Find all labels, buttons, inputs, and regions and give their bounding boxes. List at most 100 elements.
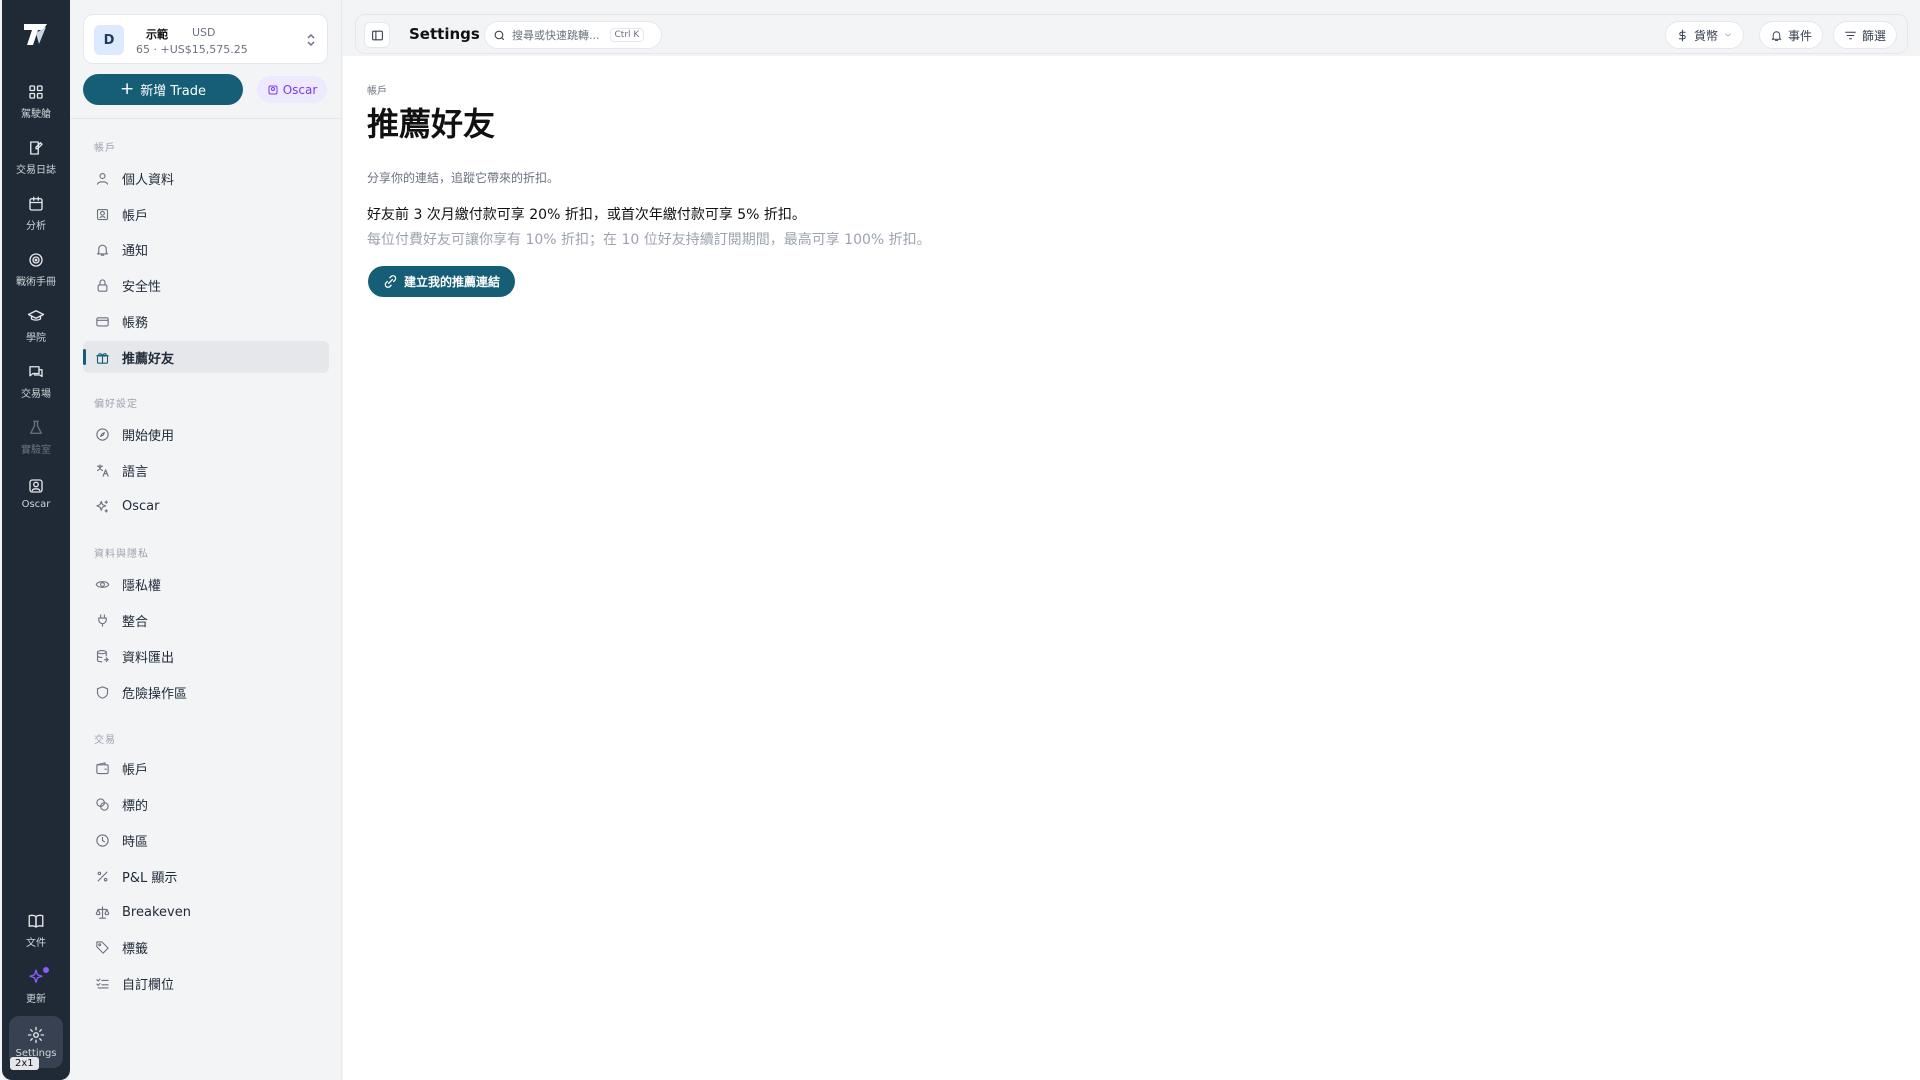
sidebar-item-breakeven[interactable]: Breakeven xyxy=(83,896,329,928)
rail-item-updates[interactable]: 更新 xyxy=(2,960,70,1012)
lock-icon xyxy=(97,278,108,292)
filter-button[interactable]: 篩選 xyxy=(1833,21,1898,49)
sidebar-item-danger-zone[interactable]: 危險操作區 xyxy=(83,676,329,708)
percent-icon xyxy=(97,871,108,881)
sidebar-item-profile[interactable]: 個人資料 xyxy=(83,162,329,194)
breadcrumb: 帳戶 xyxy=(367,86,387,97)
sidebar-item-label: 語言 xyxy=(122,464,149,480)
tag-icon xyxy=(96,940,109,954)
rail-item-label: 文件 xyxy=(26,937,46,949)
rail-item-oscar[interactable]: Oscar xyxy=(2,467,70,519)
sidebar-item-label: 自訂欄位 xyxy=(122,977,175,993)
sidebar-item-pnl-display[interactable]: P&L 顯示 xyxy=(83,860,329,892)
new-trade-button[interactable]: + 新增 Trade xyxy=(83,74,243,105)
wallet-icon xyxy=(96,761,109,774)
new-trade-label: 新增 Trade xyxy=(140,84,206,99)
oscar-button[interactable]: Oscar xyxy=(257,76,327,103)
sidebar-item-label: 帳戶 xyxy=(122,762,149,778)
sidebar-item-label: 開始使用 xyxy=(122,428,175,444)
rail-item-playbook[interactable]: 戰術手冊 xyxy=(2,243,70,295)
account-balance: 65 · +US$15,575.25 xyxy=(136,43,248,56)
book-icon xyxy=(28,914,44,928)
sidebar-item-tags[interactable]: 標籤 xyxy=(83,931,329,963)
plug-icon xyxy=(98,613,107,627)
currency-dropdown[interactable]: 貨幣 xyxy=(1665,21,1745,49)
chevron-down-icon xyxy=(1725,33,1731,37)
rail-item-label: 戰術手冊 xyxy=(16,276,56,288)
sidebar-item-language[interactable]: 語言 xyxy=(83,454,329,486)
sidebar-item-notifications[interactable]: 通知 xyxy=(83,233,329,265)
search-shortcut: Ctrl K xyxy=(609,28,645,42)
oscar-icon xyxy=(268,85,278,94)
shield-icon xyxy=(96,685,109,699)
clock-icon xyxy=(96,833,109,847)
size-badge: 2x1 xyxy=(10,1057,39,1070)
section-title-trading: 交易 xyxy=(94,735,116,746)
account-switcher[interactable]: D 示範 USD 65 · +US$15,575.25 xyxy=(83,14,328,64)
sidebar-item-referral[interactable]: 推薦好友 xyxy=(83,341,329,373)
sidebar-item-integrations[interactable]: 整合 xyxy=(83,604,329,636)
create-referral-link-button[interactable]: 建立我的推薦連結 xyxy=(368,266,515,297)
rail-item-label: 分析 xyxy=(26,220,46,232)
rail-item-label: 駕駛艙 xyxy=(21,108,51,120)
sidebar-item-label: Breakeven xyxy=(122,904,191,920)
rail-item-trading-floor[interactable]: 交易場 xyxy=(2,355,70,407)
sidebar-item-label: 帳戶 xyxy=(122,208,149,224)
section-title-preferences: 偏好設定 xyxy=(94,399,138,410)
rail-item-cockpit[interactable]: 駕駛艙 xyxy=(2,75,70,127)
sidebar-item-label: 推薦好友 xyxy=(122,351,175,367)
dollar-icon xyxy=(1678,29,1686,41)
compass-icon xyxy=(96,427,109,441)
rail-item-label: 實驗室 xyxy=(21,444,51,456)
graduation-cap-icon xyxy=(27,309,45,321)
sidebar-toggle-button[interactable] xyxy=(364,22,390,48)
calendar-icon xyxy=(29,196,43,211)
sidebar-item-trading-accounts[interactable]: 帳戶 xyxy=(83,752,329,784)
sidebar-item-custom-fields[interactable]: 自訂欄位 xyxy=(83,967,329,999)
page-title: 推薦好友 xyxy=(367,105,496,143)
app-logo[interactable] xyxy=(16,14,56,54)
rail-item-academy[interactable]: 學院 xyxy=(2,299,70,351)
sidebar-item-privacy[interactable]: 隱私權 xyxy=(83,568,329,600)
events-button[interactable]: 事件 xyxy=(1759,21,1824,49)
sidebar-item-billing[interactable]: 帳務 xyxy=(83,305,329,337)
referral-offer-text: 好友前 3 次月繳付款可享 20% 折扣，或首次年繳付款可享 5% 折扣。 xyxy=(367,207,806,223)
rail-item-docs[interactable]: 文件 xyxy=(2,904,70,956)
journal-icon xyxy=(30,140,43,155)
user-icon xyxy=(96,172,109,185)
sidebar-item-label: 帳務 xyxy=(122,315,149,331)
referral-reward-text: 每位付費好友可讓你享有 10% 折扣；在 10 位好友持續訂閱期間，最高可享 1… xyxy=(367,232,931,248)
sidebar-item-label: Oscar xyxy=(122,498,160,514)
sidebar-item-data-export[interactable]: 資料匯出 xyxy=(83,640,329,672)
sidebar-item-security[interactable]: 安全性 xyxy=(83,269,329,301)
scale-icon xyxy=(95,905,110,919)
settings-sidebar: D 示範 USD 65 · +US$15,575.25 + 新增 Trade O… xyxy=(70,0,342,1080)
account-currency: USD xyxy=(192,26,216,39)
search-input[interactable]: 搜尋或快速跳轉... Ctrl K xyxy=(484,21,662,49)
bell-icon xyxy=(1771,30,1782,41)
plus-icon: + xyxy=(120,79,135,99)
sidebar-item-timezone[interactable]: 時區 xyxy=(83,824,329,856)
sidebar-item-instruments[interactable]: 標的 xyxy=(83,788,329,820)
gift-icon xyxy=(96,352,109,364)
sidebar-item-oscar[interactable]: Oscar xyxy=(83,490,329,522)
sidebar-item-label: P&L 顯示 xyxy=(122,870,178,886)
rail-item-label: Oscar xyxy=(21,498,51,510)
sidebar-item-label: 個人資料 xyxy=(122,172,175,188)
avatar: D xyxy=(94,25,124,55)
rail-item-journal[interactable]: 交易日誌 xyxy=(2,131,70,183)
sidebar-item-getting-started[interactable]: 開始使用 xyxy=(83,418,329,450)
translate-icon xyxy=(96,463,109,477)
target-icon xyxy=(29,252,43,267)
sidebar-item-account[interactable]: 帳戶 xyxy=(83,198,329,230)
rail-item-analytics[interactable]: 分析 xyxy=(2,187,70,239)
eye-icon xyxy=(95,580,110,588)
chevron-up-down-icon xyxy=(307,33,315,47)
top-bar: Settings 搜尋或快速跳轉... Ctrl K 貨幣 事件 篩選 xyxy=(355,14,1908,54)
rail-item-lab[interactable]: 實驗室 xyxy=(2,411,70,463)
coins-icon xyxy=(96,797,109,811)
sidebar-item-label: 資料匯出 xyxy=(122,650,175,666)
divider xyxy=(70,118,342,119)
database-export-icon xyxy=(96,649,109,662)
sidebar-item-label: 通知 xyxy=(122,243,149,259)
